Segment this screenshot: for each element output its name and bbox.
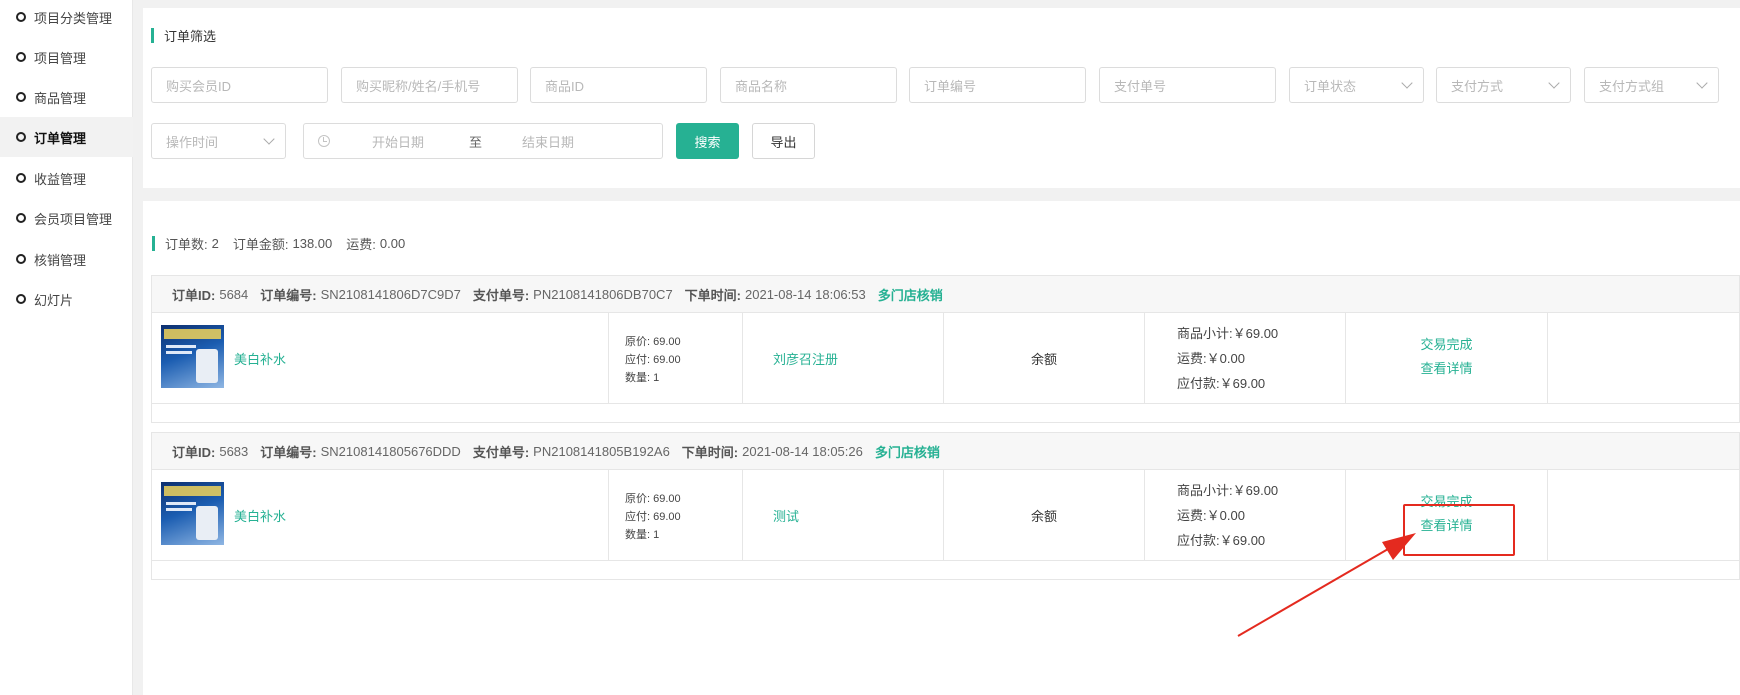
order-id: 5683: [219, 443, 249, 459]
pay-method-cell: 余额: [944, 470, 1145, 561]
order-number: SN2108141805676DDD: [320, 443, 461, 459]
product-thumbnail[interactable]: [161, 482, 224, 545]
filter-title: 订单筛选: [151, 26, 216, 45]
circle-icon: [16, 173, 26, 183]
buyer-cell: 刘彦召注册: [743, 313, 944, 404]
price-cell: 原价: 69.00 应付: 69.00 数量: 1: [609, 313, 743, 404]
product-cell: 美白补水: [152, 470, 609, 561]
product-cell: 美白补水: [152, 313, 609, 404]
view-detail-link[interactable]: 查看详情: [1346, 357, 1547, 381]
product-thumbnail[interactable]: [161, 325, 224, 388]
due-price: 69.00: [653, 354, 681, 366]
sidebar-item-verification[interactable]: 核销管理: [0, 239, 133, 279]
circle-icon: [16, 254, 26, 264]
buyer-link[interactable]: 刘彦召注册: [773, 349, 838, 368]
freight: ￥0.00: [1206, 351, 1245, 366]
sidebar-item-revenue[interactable]: 收益管理: [0, 158, 133, 198]
order-summary: 订单数: 2 订单金额: 138.00 运费: 0.00: [152, 234, 419, 253]
pay-no-input[interactable]: 支付单号: [1099, 67, 1276, 103]
sidebar-item-label: 项目管理: [34, 50, 87, 66]
pay-number: PN2108141806DB70C7: [533, 286, 673, 302]
date-separator: 至: [469, 134, 483, 150]
export-button[interactable]: 导出: [752, 123, 815, 159]
sidebar-item-label: 收益管理: [34, 171, 87, 187]
sidebar-item-member-projects[interactable]: 会员项目管理: [0, 198, 133, 238]
order-tag: 多门店核销: [877, 287, 943, 303]
pay-number: PN2108141805B192A6: [533, 443, 670, 459]
pay-method: 余额: [1030, 352, 1057, 367]
sidebar-item-slideshow[interactable]: 幻灯片: [0, 279, 133, 319]
circle-icon: [16, 213, 26, 223]
sidebar-item-products[interactable]: 商品管理: [0, 77, 133, 117]
order-number: SN2108141806D7C9D7: [320, 286, 461, 302]
pay-method: 余额: [1030, 509, 1057, 524]
chevron-down-icon: [263, 133, 275, 145]
annotation-highlight-box: [1403, 504, 1515, 556]
pay-method-cell: 余额: [944, 313, 1145, 404]
sidebar-item-label: 商品管理: [34, 90, 87, 106]
orig-price: 69.00: [653, 493, 681, 505]
order-id: 5684: [219, 286, 249, 302]
op-time-select[interactable]: 操作时间: [151, 123, 286, 159]
section-marker: [152, 236, 155, 251]
sidebar-item-label: 幻灯片: [34, 292, 74, 308]
order-time: 2021-08-14 18:05:26: [742, 443, 863, 459]
date-range-picker[interactable]: 开始日期 至 结束日期: [303, 123, 663, 159]
subtotal: ￥69.00: [1232, 326, 1279, 341]
amount-cell: 商品小计:￥69.00 运费:￥0.00 应付款:￥69.00: [1145, 470, 1346, 561]
freight: ￥0.00: [1206, 508, 1245, 523]
quantity: 1: [653, 529, 660, 541]
chevron-down-icon: [1401, 77, 1413, 89]
sidebar-item-project-category[interactable]: 项目分类管理: [0, 0, 133, 37]
price-cell: 原价: 69.00 应付: 69.00 数量: 1: [609, 470, 743, 561]
orig-price: 69.00: [653, 336, 681, 348]
circle-icon: [16, 132, 26, 142]
search-button[interactable]: 搜索: [676, 123, 739, 159]
payable: ￥69.00: [1219, 376, 1266, 391]
sidebar-item-label: 订单管理: [34, 130, 87, 146]
sidebar-item-orders[interactable]: 订单管理: [0, 117, 133, 157]
quantity: 1: [653, 372, 660, 384]
order-no-input[interactable]: 订单编号: [909, 67, 1086, 103]
payable: ￥69.00: [1219, 533, 1266, 548]
circle-icon: [16, 92, 26, 102]
sidebar-item-label: 会员项目管理: [34, 211, 113, 227]
order-header: 订单ID: 5684 订单编号: SN2108141806D7C9D7 支付单号: P…: [152, 276, 1739, 313]
sidebar-item-label: 项目分类管理: [34, 10, 113, 26]
end-date: 结束日期: [522, 134, 575, 150]
circle-icon: [16, 12, 26, 22]
amount-cell: 商品小计:￥69.00 运费:￥0.00 应付款:￥69.00: [1145, 313, 1346, 404]
order-card: 订单ID: 5684 订单编号: SN2108141806D7C9D7 支付单号: P…: [151, 275, 1740, 423]
subtotal: ￥69.00: [1232, 483, 1279, 498]
sidebar: 项目分类管理 项目管理 商品管理 订单管理 收益管理 会员项目管理 核销管理 幻…: [0, 0, 133, 695]
pay-method-select[interactable]: 支付方式: [1436, 67, 1571, 103]
start-date: 开始日期: [372, 134, 425, 150]
circle-icon: [16, 52, 26, 62]
product-name-link[interactable]: 美白补水: [234, 349, 286, 368]
sidebar-item-label: 核销管理: [34, 252, 87, 268]
clock-icon: [318, 135, 330, 147]
sidebar-item-projects[interactable]: 项目管理: [0, 37, 133, 77]
product-id-input[interactable]: 商品ID: [530, 67, 707, 103]
chevron-down-icon: [1696, 77, 1708, 89]
order-row: 美白补水 原价: 69.00 应付: 69.00 数量: 1 刘彦召注册 余额 …: [152, 313, 1739, 404]
chevron-down-icon: [1548, 77, 1560, 89]
section-marker: [151, 28, 154, 43]
circle-icon: [16, 294, 26, 304]
pay-group-select[interactable]: 支付方式组: [1584, 67, 1719, 103]
buyer-cell: 测试: [743, 470, 944, 561]
order-time: 2021-08-14 18:06:53: [745, 286, 866, 302]
product-name-input[interactable]: 商品名称: [720, 67, 897, 103]
member-id-input[interactable]: 购买会员ID: [151, 67, 328, 103]
buyer-link[interactable]: 测试: [773, 506, 799, 525]
nickname-input[interactable]: 购买昵称/姓名/手机号: [341, 67, 518, 103]
order-status: 交易完成: [1420, 337, 1473, 352]
order-status-select[interactable]: 订单状态: [1289, 67, 1424, 103]
status-cell: 交易完成 查看详情: [1346, 313, 1548, 404]
product-name-link[interactable]: 美白补水: [234, 506, 286, 525]
order-header: 订单ID: 5683 订单编号: SN2108141805676DDD 支付单号: P…: [152, 433, 1739, 470]
order-tag: 多门店核销: [874, 444, 940, 460]
due-price: 69.00: [653, 511, 681, 523]
